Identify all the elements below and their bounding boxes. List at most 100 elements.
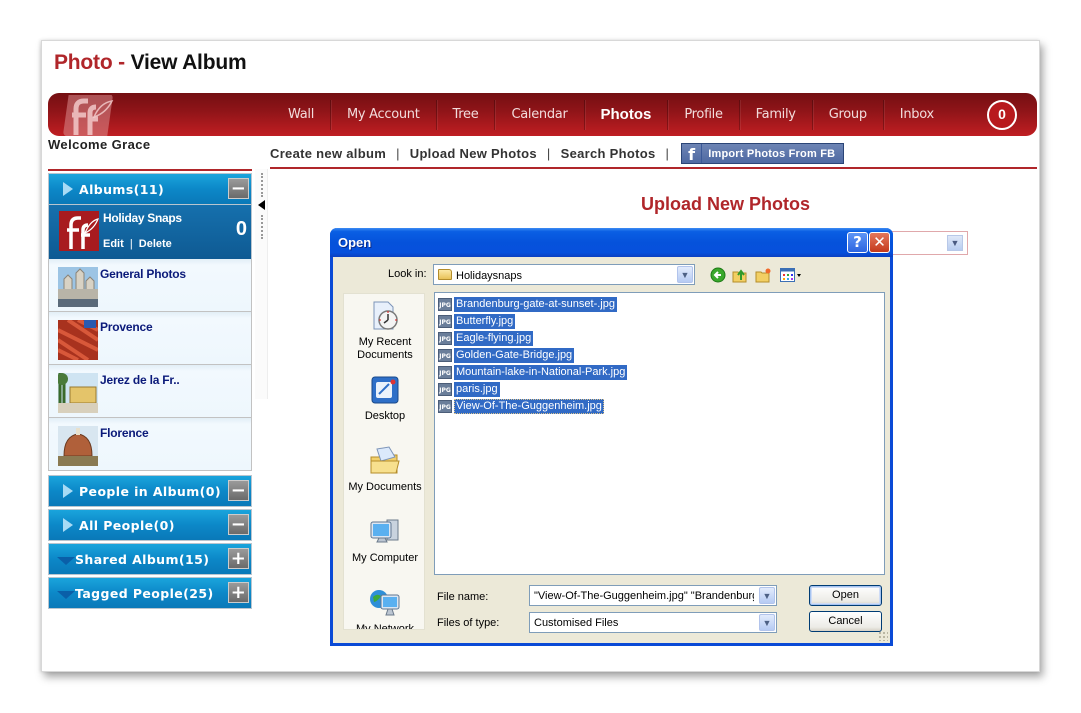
album-logo-icon xyxy=(59,211,99,251)
file-type-dropdown[interactable]: Customised Files ▼ xyxy=(529,612,777,633)
selected-album-item[interactable]: Holiday Snaps Edit | Delete 0 xyxy=(48,205,252,259)
file-name: Butterfly.jpg xyxy=(454,313,516,329)
grip-dots xyxy=(261,215,263,239)
view-menu-icon[interactable] xyxy=(780,267,804,283)
page-title: Photo - View Album xyxy=(54,51,247,75)
nav-item-inbox[interactable]: Inbox xyxy=(884,100,950,130)
help-button[interactable]: ? xyxy=(847,232,868,253)
file-name: View-Of-The-Guggenheim.jpg xyxy=(454,398,604,414)
place-my-documents[interactable]: My Documents xyxy=(344,445,424,494)
dialog-titlebar[interactable]: Open ? ✕ xyxy=(330,228,893,257)
album-actions: Edit | Delete xyxy=(103,238,172,250)
create-album-link[interactable]: Create new album xyxy=(270,146,386,161)
jpg-file-icon: JPG xyxy=(438,348,452,362)
nav-item-profile[interactable]: Profile xyxy=(668,99,740,130)
place-my-network[interactable]: My Network xyxy=(344,587,424,629)
back-icon[interactable] xyxy=(710,267,726,283)
upload-photos-link[interactable]: Upload New Photos xyxy=(410,146,537,161)
delete-album-link[interactable]: Delete xyxy=(139,238,172,250)
collapse-toggle-button[interactable]: − xyxy=(228,480,249,501)
sidebar-splitter-handle[interactable] xyxy=(255,169,268,399)
chevron-down-icon: ▼ xyxy=(947,235,963,251)
place-recent-documents[interactable]: My Recent Documents xyxy=(344,300,424,362)
file-name: Brandenburg-gate-at-sunset-.jpg xyxy=(454,296,617,312)
collapse-arrow-icon xyxy=(57,591,75,599)
place-my-computer[interactable]: My Computer xyxy=(344,516,424,565)
album-photo-count: 0 xyxy=(235,218,247,240)
album-thumbnail-icon xyxy=(58,426,98,466)
site-logo-icon[interactable] xyxy=(60,95,116,136)
expand-arrow-icon xyxy=(63,182,73,196)
file-item[interactable]: JPG Eagle-flying.jpg xyxy=(438,330,534,346)
nav-item-calendar[interactable]: Calendar xyxy=(495,99,585,130)
file-name-input[interactable]: "View-Of-The-Guggenheim.jpg" "Brandenbur… xyxy=(529,585,777,606)
file-item[interactable]: JPG Mountain-lake-in-National-Park.jpg xyxy=(438,364,628,380)
album-name: Jerez de la Fr.. xyxy=(100,373,180,387)
close-button[interactable]: ✕ xyxy=(869,232,890,253)
file-item[interactable]: JPG Butterfly.jpg xyxy=(438,313,516,329)
jpg-file-icon: JPG xyxy=(438,399,452,413)
album-name: Holiday Snaps xyxy=(103,211,182,225)
new-folder-icon[interactable] xyxy=(755,267,771,283)
panel-title: Shared Album(15) xyxy=(75,551,210,567)
chevron-down-icon: ▼ xyxy=(759,587,775,604)
chevron-down-icon: ▼ xyxy=(759,614,775,631)
search-photos-link[interactable]: Search Photos xyxy=(561,146,656,161)
panel-header-tagged-people[interactable]: Tagged People(25) + xyxy=(48,577,252,609)
album-list-item[interactable]: Provence xyxy=(48,312,252,365)
nav-item-family[interactable]: Family xyxy=(740,99,813,130)
panel-title: Tagged People(25) xyxy=(75,585,214,601)
file-name: Eagle-flying.jpg xyxy=(454,330,534,346)
file-list[interactable]: JPG Brandenburg-gate-at-sunset-.jpg JPG But… xyxy=(434,292,885,575)
edit-album-link[interactable]: Edit xyxy=(103,238,124,250)
file-item[interactable]: JPG Golden-Gate-Bridge.jpg xyxy=(438,347,575,363)
file-item[interactable]: JPG View-Of-The-Guggenheim.jpg xyxy=(438,398,604,414)
up-one-level-icon[interactable] xyxy=(732,267,748,283)
albums-panel-title: Albums(11) xyxy=(79,181,165,197)
file-item[interactable]: JPG Brandenburg-gate-at-sunset-.jpg xyxy=(438,296,617,312)
nav-item-wall[interactable]: Wall xyxy=(272,99,332,130)
file-item[interactable]: JPG paris.jpg xyxy=(438,381,500,397)
album-list-item[interactable]: General Photos xyxy=(48,259,252,312)
separator: | xyxy=(396,146,400,161)
look-in-dropdown[interactable]: Holidaysnaps ▼ xyxy=(433,264,695,285)
panel-header-people-in-album[interactable]: People in Album(0) − xyxy=(48,475,252,507)
action-divider: | xyxy=(129,238,133,250)
place-desktop[interactable]: Desktop xyxy=(344,374,424,423)
jpg-file-icon: JPG xyxy=(438,365,452,379)
collapse-arrow-icon xyxy=(57,557,75,565)
nav-menu: Wall My Account Tree Calendar Photos Profile F… xyxy=(272,93,950,136)
inbox-count-badge[interactable]: 0 xyxy=(987,100,1017,130)
nav-item-my-account[interactable]: My Account xyxy=(331,99,437,130)
my-computer-icon xyxy=(370,519,399,543)
cancel-button[interactable]: Cancel xyxy=(809,611,882,632)
album-list-item[interactable]: Jerez de la Fr.. xyxy=(48,365,252,418)
grip-dots xyxy=(261,173,263,197)
expand-arrow-icon xyxy=(63,484,73,498)
panel-header-shared-album[interactable]: Shared Album(15) + xyxy=(48,543,252,575)
jpg-file-icon: JPG xyxy=(438,314,452,328)
nav-item-group[interactable]: Group xyxy=(813,99,884,130)
album-list-item[interactable]: Florence xyxy=(48,418,252,471)
content-divider xyxy=(270,167,1037,169)
expand-toggle-button[interactable]: + xyxy=(228,582,249,603)
expand-toggle-button[interactable]: + xyxy=(228,548,249,569)
resize-grip[interactable] xyxy=(878,631,888,641)
nav-item-photos[interactable]: Photos xyxy=(585,99,669,130)
collapse-toggle-button[interactable]: − xyxy=(228,178,249,199)
page-title-view: View Album xyxy=(130,51,247,74)
album-select[interactable]: ▼ xyxy=(891,231,968,255)
file-name: Mountain-lake-in-National-Park.jpg xyxy=(454,364,628,380)
nav-item-tree[interactable]: Tree xyxy=(437,99,496,130)
import-from-facebook-button[interactable]: f Import Photos From FB xyxy=(681,143,845,164)
album-name: General Photos xyxy=(100,267,186,281)
open-button[interactable]: Open xyxy=(809,585,882,606)
place-label: Desktop xyxy=(364,410,406,422)
collapse-toggle-button[interactable]: − xyxy=(228,514,249,535)
panel-header-all-people[interactable]: All People(0) − xyxy=(48,509,252,541)
albums-panel-header[interactable]: Albums(11) − xyxy=(48,173,252,205)
sidebar-panels: People in Album(0) − All People(0) − Shared … xyxy=(48,475,252,611)
my-documents-icon xyxy=(370,446,400,474)
collapse-left-arrow-icon[interactable] xyxy=(258,200,265,210)
facebook-icon: f xyxy=(682,144,703,164)
